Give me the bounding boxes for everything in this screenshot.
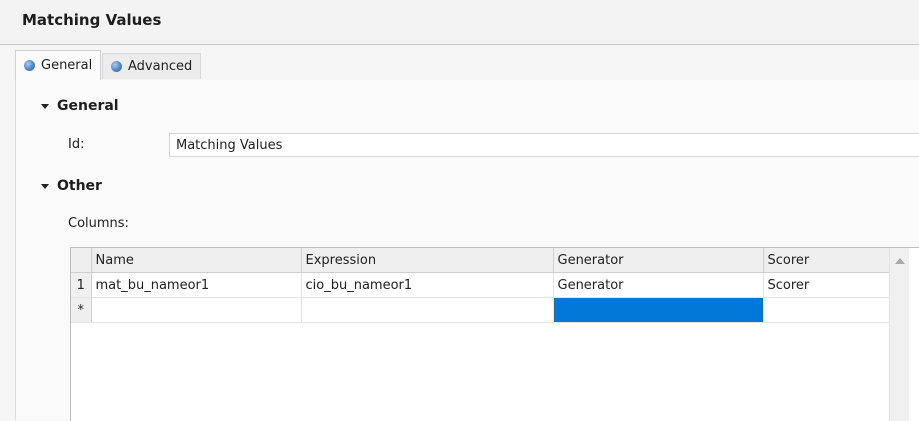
row-header[interactable]: 1 — [71, 272, 92, 298]
id-label: Id: — [68, 137, 85, 152]
section-general-header[interactable]: General — [41, 98, 119, 114]
cell-name[interactable] — [91, 297, 302, 323]
section-general-title: General — [57, 98, 119, 114]
scroll-up-arrow-icon[interactable] — [895, 258, 905, 264]
editor-title-bar: Matching Values — [0, 0, 919, 45]
tab-general-label: General — [41, 58, 93, 73]
tab-strip: General Advanced — [15, 50, 919, 81]
cell-generator-selected[interactable] — [553, 297, 764, 323]
editor-title: Matching Values — [22, 11, 162, 29]
cell-generator[interactable]: Generator — [553, 272, 764, 298]
new-row-marker[interactable]: * — [71, 297, 92, 323]
cell-expression[interactable]: cio_bu_nameor1 — [301, 272, 554, 298]
cell-name[interactable]: mat_bu_nameor1 — [91, 272, 302, 298]
collapse-caret-icon[interactable] — [41, 103, 49, 109]
tab-general[interactable]: General — [15, 50, 102, 81]
section-other-header[interactable]: Other — [41, 178, 102, 194]
columns-grid[interactable]: Name Expression Generator Scorer 1 mat_b… — [70, 247, 919, 421]
tab-advanced-label: Advanced — [128, 59, 193, 74]
sphere-icon — [24, 60, 35, 71]
section-other-title: Other — [57, 178, 102, 194]
column-header-generator[interactable]: Generator — [553, 248, 764, 273]
column-header-scorer[interactable]: Scorer — [763, 248, 890, 273]
columns-label: Columns: — [68, 216, 129, 231]
vertical-scrollbar[interactable] — [889, 248, 909, 421]
corner-cell[interactable] — [71, 248, 92, 273]
properties-panel: General Id: Other Columns: Name Expressi… — [15, 80, 919, 421]
cell-expression[interactable] — [301, 297, 554, 323]
header-row: Name Expression Generator Scorer — [71, 248, 890, 273]
table-row[interactable]: 1 mat_bu_nameor1 cio_bu_nameor1 Generato… — [71, 272, 890, 298]
cell-scorer[interactable]: Scorer — [763, 272, 890, 298]
column-header-expression[interactable]: Expression — [301, 248, 554, 273]
new-row[interactable]: * — [71, 297, 890, 323]
sphere-icon — [111, 61, 122, 72]
cell-scorer[interactable] — [763, 297, 890, 323]
id-field[interactable] — [169, 133, 919, 157]
tab-advanced[interactable]: Advanced — [102, 53, 202, 79]
collapse-caret-icon[interactable] — [41, 183, 49, 189]
column-header-name[interactable]: Name — [91, 248, 302, 273]
columns-table: Name Expression Generator Scorer 1 mat_b… — [71, 248, 890, 323]
